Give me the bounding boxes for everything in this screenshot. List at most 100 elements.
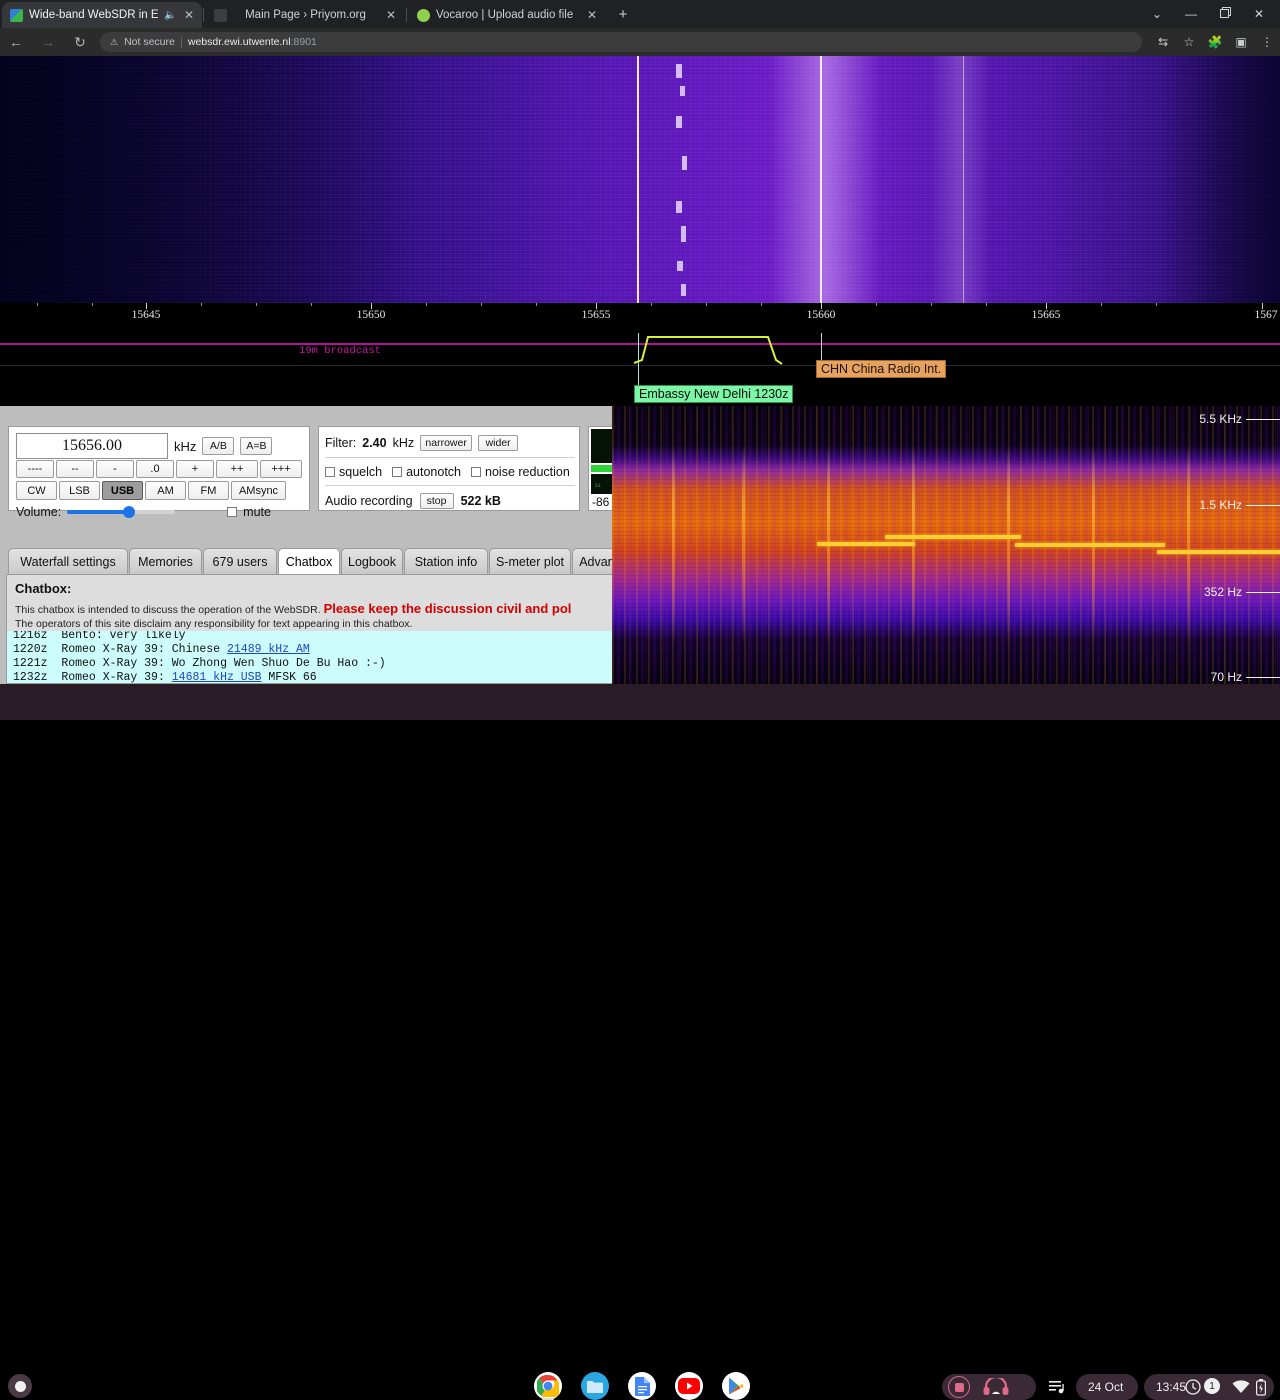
mode-cw-button[interactable]: CW	[16, 481, 57, 500]
browser-tab-1[interactable]: Main Page › Priyom.org ✕	[206, 2, 404, 28]
minimize-button[interactable]: —	[1174, 2, 1208, 26]
system-shelf: 24 Oct 13:45 1	[0, 684, 1280, 1400]
a-equals-b-button[interactable]: A=B	[240, 437, 273, 455]
filter-narrower-button[interactable]: narrower	[420, 435, 473, 451]
close-button[interactable]: ✕	[1242, 2, 1276, 26]
tab-title: Main Page › Priyom.org	[245, 9, 366, 21]
launcher-button[interactable]	[8, 1374, 32, 1398]
tab-users[interactable]: 679 users	[203, 548, 277, 574]
scale-minor-tick	[481, 303, 482, 306]
audio-spectrogram[interactable]: 5.5 KHz 1.5 KHz 352 Hz 70 Hz	[612, 406, 1280, 684]
tab-s-meter-plot[interactable]: S-meter plot	[489, 548, 571, 574]
mode-usb-button[interactable]: USB	[102, 481, 143, 500]
mute-checkbox[interactable]	[227, 507, 238, 517]
battery-icon[interactable]	[1254, 1378, 1268, 1396]
mode-am-button[interactable]: AM	[145, 481, 186, 500]
waterfall-display[interactable]	[0, 56, 1280, 303]
scale-label: 15645	[131, 309, 161, 321]
station-label-chn[interactable]: CHN China Radio Int.	[816, 360, 947, 378]
new-tab-button[interactable]: +	[613, 5, 633, 25]
chat-frequency-link[interactable]: 21489 kHz AM	[227, 643, 310, 656]
browser-tab-0[interactable]: Wide-band WebSDR in Ensch 🔈 ✕	[2, 2, 202, 28]
spectrogram-streak	[912, 446, 915, 646]
step-plus1-button[interactable]: +	[176, 460, 214, 478]
s-meter-tick-label: S1	[595, 483, 602, 489]
files-icon	[587, 1380, 603, 1393]
tab-station-info[interactable]: Station info	[404, 548, 488, 574]
shelf-app-files[interactable]	[581, 1372, 609, 1400]
step-plus2-button[interactable]: ++	[216, 460, 258, 478]
share-icon[interactable]: ⇆	[1150, 28, 1176, 56]
band-label: 19m broadcast	[299, 345, 381, 357]
tab-close-icon[interactable]: ✕	[384, 9, 398, 21]
chatbox-log[interactable]: 1216z Bento: very likely 1220z Romeo X-R…	[7, 631, 619, 683]
volume-label: Volume:	[16, 505, 62, 519]
mode-lsb-button[interactable]: LSB	[59, 481, 100, 500]
scale-minor-tick	[426, 303, 427, 306]
tab-close-icon[interactable]: ✕	[585, 9, 599, 21]
clock-icon[interactable]	[1184, 1378, 1202, 1396]
mode-amsync-button[interactable]: AMsync	[231, 481, 286, 500]
spectrogram-streak	[742, 446, 745, 646]
band-and-passband-strip[interactable]: 19m broadcast CHN China Radio Int. Embas…	[0, 333, 1280, 406]
squelch-checkbox[interactable]	[325, 467, 335, 477]
chatbox-intro: This chatbox is intended to discuss the …	[15, 601, 571, 616]
recording-stop-button[interactable]: stop	[419, 493, 454, 509]
sidepanel-icon[interactable]: ▣	[1228, 28, 1254, 56]
tab-chatbox[interactable]: Chatbox	[278, 548, 340, 574]
volume-row: Volume: mute	[16, 505, 271, 519]
step-minus2-button[interactable]: --	[56, 460, 94, 478]
tab-close-icon[interactable]: ✕	[182, 9, 196, 21]
signal-blip	[681, 284, 686, 296]
tab-logbook[interactable]: Logbook	[341, 548, 403, 574]
ab-button[interactable]: A/B	[202, 437, 235, 455]
step-plus3-button[interactable]: +++	[260, 460, 302, 478]
shelf-app-docs[interactable]	[628, 1372, 656, 1400]
extensions-icon[interactable]: 🧩	[1202, 28, 1228, 56]
filter-wider-button[interactable]: wider	[478, 435, 519, 451]
address-bar[interactable]: ⚠ Not secure websdr.ewi.utwente.nl:8901	[100, 32, 1142, 52]
autonotch-checkbox[interactable]	[392, 467, 403, 477]
mfsk-tone-trace	[1015, 543, 1165, 547]
bookmark-star-icon[interactable]: ☆	[1176, 28, 1202, 56]
station-label-embassy[interactable]: Embassy New Delhi 1230z	[634, 385, 794, 403]
shelf-app-play-store[interactable]	[722, 1372, 750, 1400]
scale-minor-tick	[92, 303, 93, 306]
maximize-icon	[1219, 7, 1231, 18]
filter-width-value: 2.40	[362, 436, 387, 450]
tab-memories[interactable]: Memories	[129, 548, 202, 574]
slider-knob[interactable]	[123, 506, 136, 518]
shelf-app-chrome[interactable]	[534, 1372, 562, 1400]
headphones-icon[interactable]	[982, 1376, 1010, 1398]
volume-slider[interactable]	[67, 506, 176, 518]
tab-divider	[406, 8, 407, 22]
chat-frequency-link[interactable]: 14681 kHz USB	[172, 671, 262, 683]
reload-button[interactable]: ↻	[64, 28, 96, 56]
menu-kebab-icon[interactable]: ⋮	[1254, 28, 1280, 56]
step-minus1-button[interactable]: -	[96, 460, 134, 478]
forward-button[interactable]: →	[32, 28, 64, 56]
spectrogram-streak	[1007, 446, 1010, 646]
mode-fm-button[interactable]: FM	[188, 481, 229, 500]
media-queue-icon[interactable]	[1046, 1376, 1068, 1398]
tab-waterfall-settings[interactable]: Waterfall settings	[8, 548, 128, 574]
tab-title: Wide-band WebSDR in Ensch	[29, 9, 158, 21]
screen-record-icon[interactable]	[948, 1376, 970, 1398]
scale-label: 15655	[581, 309, 611, 321]
tab-audio-icon[interactable]: 🔈	[164, 10, 176, 21]
maximize-button[interactable]	[1208, 2, 1242, 26]
waterfall-right-fade	[1160, 56, 1280, 303]
notification-badge[interactable]: 1	[1204, 1378, 1220, 1394]
frequency-input[interactable]: 15656.00	[16, 433, 168, 459]
step-zero-button[interactable]: .0	[136, 460, 174, 478]
chevron-down-icon[interactable]: ⌄	[1140, 2, 1174, 26]
browser-tab-2[interactable]: Vocaroo | Upload audio file ✕	[409, 2, 605, 28]
scale-label: 15650	[356, 309, 386, 321]
filter-label: Filter:	[325, 436, 357, 450]
wifi-icon[interactable]	[1232, 1378, 1250, 1396]
shelf-app-youtube[interactable]	[675, 1372, 703, 1400]
noise-reduction-checkbox[interactable]	[471, 467, 482, 477]
tab-strip: Wide-band WebSDR in Ensch 🔈 ✕ Main Page …	[0, 0, 1280, 28]
step-minus3-button[interactable]: ----	[16, 460, 54, 478]
back-button[interactable]: ←	[0, 28, 32, 56]
